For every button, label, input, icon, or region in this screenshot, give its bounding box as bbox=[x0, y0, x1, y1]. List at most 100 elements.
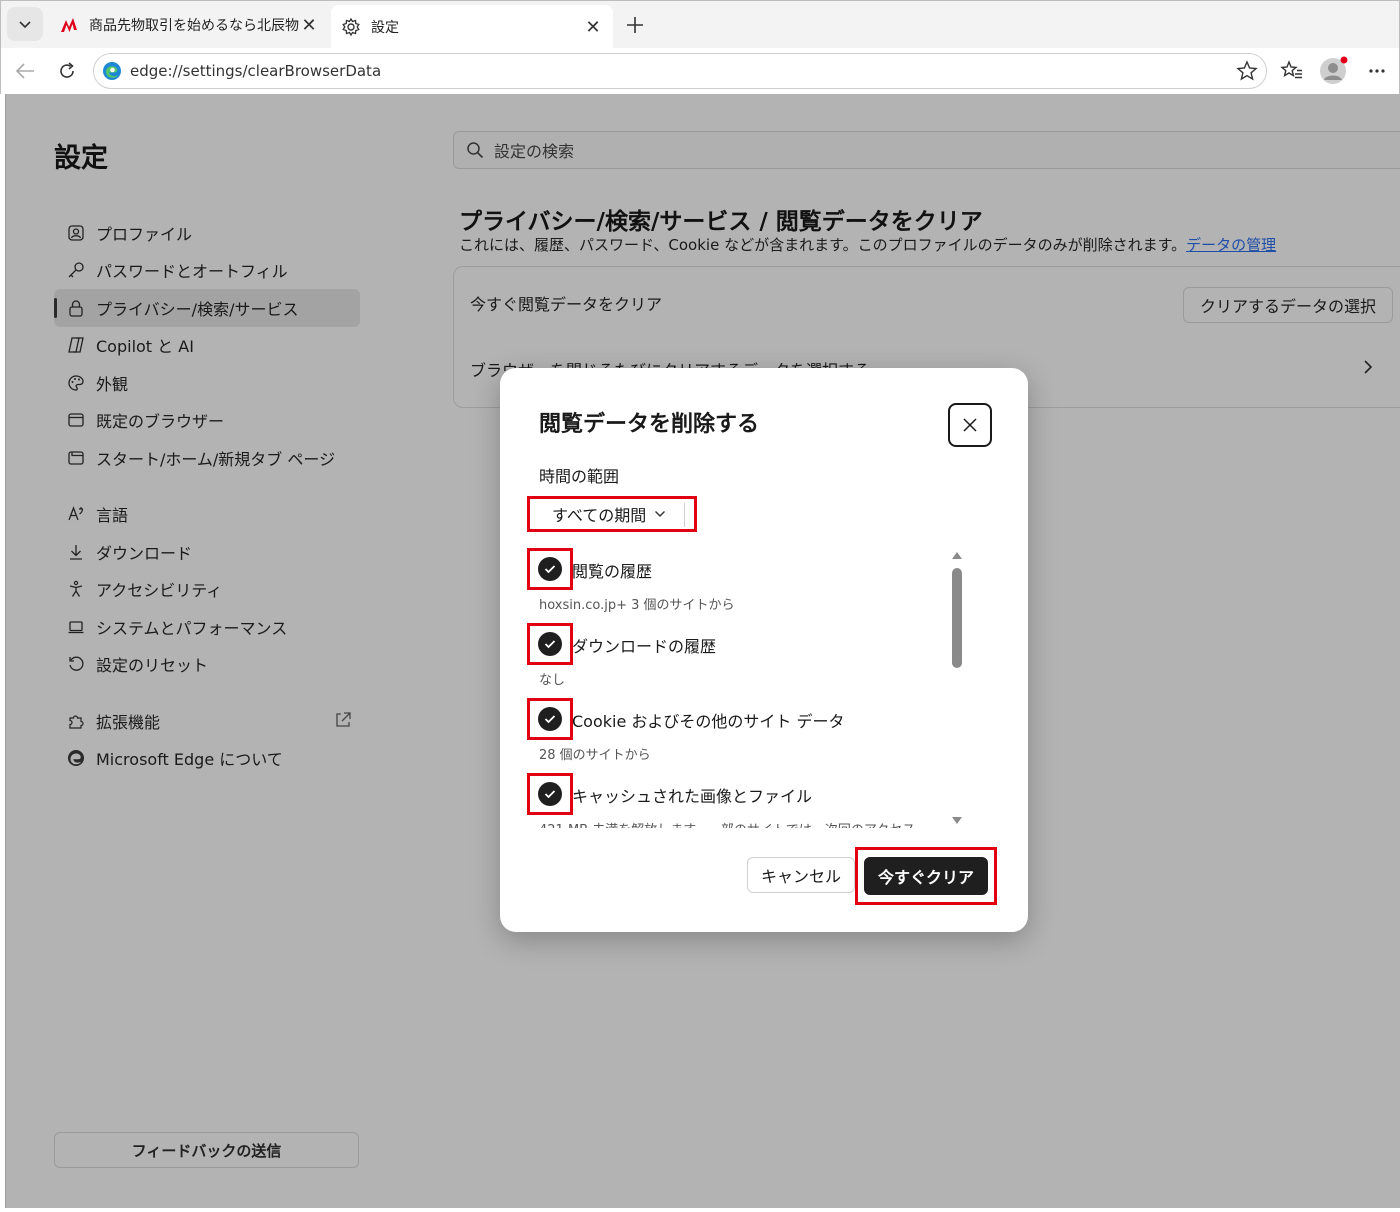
edge-icon bbox=[68, 750, 84, 767]
new-tab-button[interactable] bbox=[621, 11, 649, 39]
sidebar-item-reset[interactable]: 設定のリセット bbox=[54, 646, 360, 684]
sidebar-item-downloads[interactable]: ダウンロード bbox=[54, 533, 360, 571]
more-menu-button[interactable] bbox=[1361, 56, 1393, 86]
refresh-icon bbox=[60, 62, 74, 78]
sidebar-item-label: スタート/ホーム/新規タブ ページ bbox=[96, 449, 336, 469]
select-separator bbox=[684, 503, 685, 527]
sidebar-item-extensions[interactable]: 拡張機能 bbox=[54, 702, 360, 740]
key-icon bbox=[68, 262, 84, 278]
clear-browsing-data-dialog: 閲覧データを削除する 時間の範囲 すべての期間 閲覧の履歴 hoxsin.co.… bbox=[500, 368, 1028, 932]
sidebar-item-profile[interactable]: プロファイル bbox=[54, 214, 360, 252]
sidebar-item-label: 設定のリセット bbox=[96, 656, 209, 676]
favorites-list-icon bbox=[1280, 60, 1302, 79]
search-placeholder: 設定の検索 bbox=[494, 142, 575, 161]
sidebar-item-label: システムとパフォーマンス bbox=[96, 618, 288, 638]
option-cookies[interactable]: Cookie およびその他のサイト データ 28 個のサイトから bbox=[500, 694, 1028, 769]
profile-button[interactable] bbox=[1317, 56, 1349, 86]
tab-bar: 商品先物取引を始めるなら北辰物産 ✕ 設定 ✕ bbox=[0, 0, 1400, 49]
arrow-left-icon bbox=[15, 63, 34, 79]
sidebar-divider bbox=[54, 477, 360, 496]
scroll-down-arrow-icon[interactable] bbox=[952, 817, 962, 824]
feedback-button[interactable]: フィードバックの送信 bbox=[54, 1132, 359, 1168]
checkbox-download-history[interactable] bbox=[527, 623, 573, 665]
sidebar-divider bbox=[54, 683, 360, 702]
sidebar-item-label: パスワードとオートフィル bbox=[96, 262, 288, 282]
tab-actions-menu-button[interactable] bbox=[7, 7, 43, 41]
close-icon[interactable]: ✕ bbox=[299, 15, 319, 36]
tab-hoxsin[interactable]: 商品先物取引を始めるなら北辰物産 ✕ bbox=[49, 5, 329, 45]
gear-icon bbox=[342, 17, 360, 37]
sidebar-item-label: 言語 bbox=[96, 506, 129, 526]
sidebar-item-label: 外観 bbox=[96, 374, 129, 394]
sidebar-item-label: プロファイル bbox=[96, 224, 193, 244]
checkmark-icon bbox=[544, 640, 556, 649]
tab-title: 設定 bbox=[371, 20, 399, 36]
palette-icon bbox=[68, 375, 84, 391]
clear-now-button[interactable]: 今すぐクリア bbox=[864, 857, 988, 895]
browser-toolbar: edge://settings/clearBrowserData bbox=[0, 48, 1400, 94]
lock-icon bbox=[69, 300, 83, 317]
sidebar-item-appearance[interactable]: 外観 bbox=[54, 364, 360, 402]
option-cache[interactable]: キャッシュされた画像とファイル 421 MB 未満を解放します。一部のサイトでは… bbox=[500, 769, 1028, 828]
sidebar-item-default-browser[interactable]: 既定のブラウザー bbox=[54, 402, 360, 440]
chevron-right-icon[interactable] bbox=[1362, 359, 1374, 379]
address-bar[interactable]: edge://settings/clearBrowserData bbox=[93, 53, 1267, 89]
checkbox-browsing-history[interactable] bbox=[527, 548, 573, 590]
cancel-button[interactable]: キャンセル bbox=[747, 857, 855, 893]
sidebar-item-system[interactable]: システムとパフォーマンス bbox=[54, 608, 360, 646]
ellipsis-icon bbox=[1369, 69, 1385, 73]
time-range-select[interactable]: すべての期間 bbox=[527, 496, 697, 532]
option-subtext: 421 MB 未満を解放します。一部のサイトでは、次回のアクセス bbox=[539, 819, 915, 828]
choose-data-button[interactable]: クリアするデータの選択 bbox=[1183, 287, 1393, 323]
plus-icon bbox=[627, 17, 643, 33]
sidebar-item-about[interactable]: Microsoft Edge について bbox=[54, 740, 360, 778]
favorites-button[interactable] bbox=[1276, 56, 1308, 86]
sidebar-item-accessibility[interactable]: アクセシビリティ bbox=[54, 571, 360, 609]
sidebar-item-passwords[interactable]: パスワードとオートフィル bbox=[54, 252, 360, 290]
address-url: edge://settings/clearBrowserData bbox=[130, 62, 382, 80]
chevron-down-icon bbox=[654, 510, 666, 518]
close-icon bbox=[963, 418, 977, 432]
home-icon bbox=[68, 451, 84, 465]
laptop-icon bbox=[68, 621, 84, 633]
scroll-up-arrow-icon[interactable] bbox=[952, 552, 962, 559]
manage-data-link[interactable]: データの管理 bbox=[1186, 236, 1276, 254]
checkmark-icon bbox=[544, 565, 556, 574]
sidebar-item-label: Microsoft Edge について bbox=[96, 750, 283, 770]
sidebar-item-copilot[interactable]: Copilot と AI bbox=[54, 327, 360, 365]
favorite-star-button[interactable] bbox=[1236, 60, 1258, 86]
option-download-history[interactable]: ダウンロードの履歴 なし bbox=[500, 619, 1028, 694]
option-browsing-history[interactable]: 閲覧の履歴 hoxsin.co.jp+ 3 個のサイトから bbox=[500, 544, 1028, 619]
reload-button[interactable] bbox=[51, 56, 83, 86]
option-subtext: 28 個のサイトから bbox=[539, 748, 651, 763]
reset-icon bbox=[69, 656, 84, 672]
edge-logo-icon bbox=[103, 62, 121, 80]
settings-search-input[interactable]: 設定の検索 bbox=[453, 131, 1400, 169]
sidebar-item-label: ダウンロード bbox=[96, 543, 193, 563]
close-icon[interactable]: ✕ bbox=[583, 17, 603, 38]
back-button[interactable] bbox=[9, 56, 41, 86]
page-description: これには、履歴、パスワード、Cookie などが含まれます。このプロファイルのデ… bbox=[459, 234, 1276, 255]
dialog-scrollbar[interactable] bbox=[950, 552, 964, 824]
sidebar-item-privacy[interactable]: プライバシー/検索/サービス bbox=[54, 289, 360, 327]
scroll-thumb[interactable] bbox=[952, 568, 962, 668]
option-label: Cookie およびその他のサイト データ bbox=[572, 712, 845, 731]
dialog-close-button[interactable] bbox=[948, 403, 992, 447]
page-title: プライバシー/検索/サービス / 閲覧データをクリア bbox=[459, 209, 983, 235]
sidebar-item-label: アクセシビリティ bbox=[96, 581, 223, 601]
checkbox-cookies[interactable] bbox=[527, 698, 573, 740]
checkmark-icon bbox=[544, 790, 556, 799]
star-icon bbox=[1236, 60, 1258, 81]
tab-settings[interactable]: 設定 ✕ bbox=[331, 5, 613, 49]
clear-now-label: 今すぐ閲覧データをクリア bbox=[470, 295, 663, 314]
tab-title: 商品先物取引を始めるなら北辰物産 bbox=[89, 18, 299, 34]
external-link-icon bbox=[334, 711, 352, 733]
sidebar-item-language[interactable]: 言語 bbox=[54, 496, 360, 534]
profile-icon bbox=[68, 225, 84, 241]
sidebar-item-start-home[interactable]: スタート/ホーム/新規タブ ページ bbox=[54, 439, 360, 477]
dialog-title: 閲覧データを削除する bbox=[539, 412, 760, 437]
hoxsin-favicon bbox=[61, 18, 77, 32]
option-subtext: なし bbox=[539, 673, 566, 688]
checkbox-cache[interactable] bbox=[527, 773, 573, 815]
copilot-icon bbox=[68, 337, 84, 353]
